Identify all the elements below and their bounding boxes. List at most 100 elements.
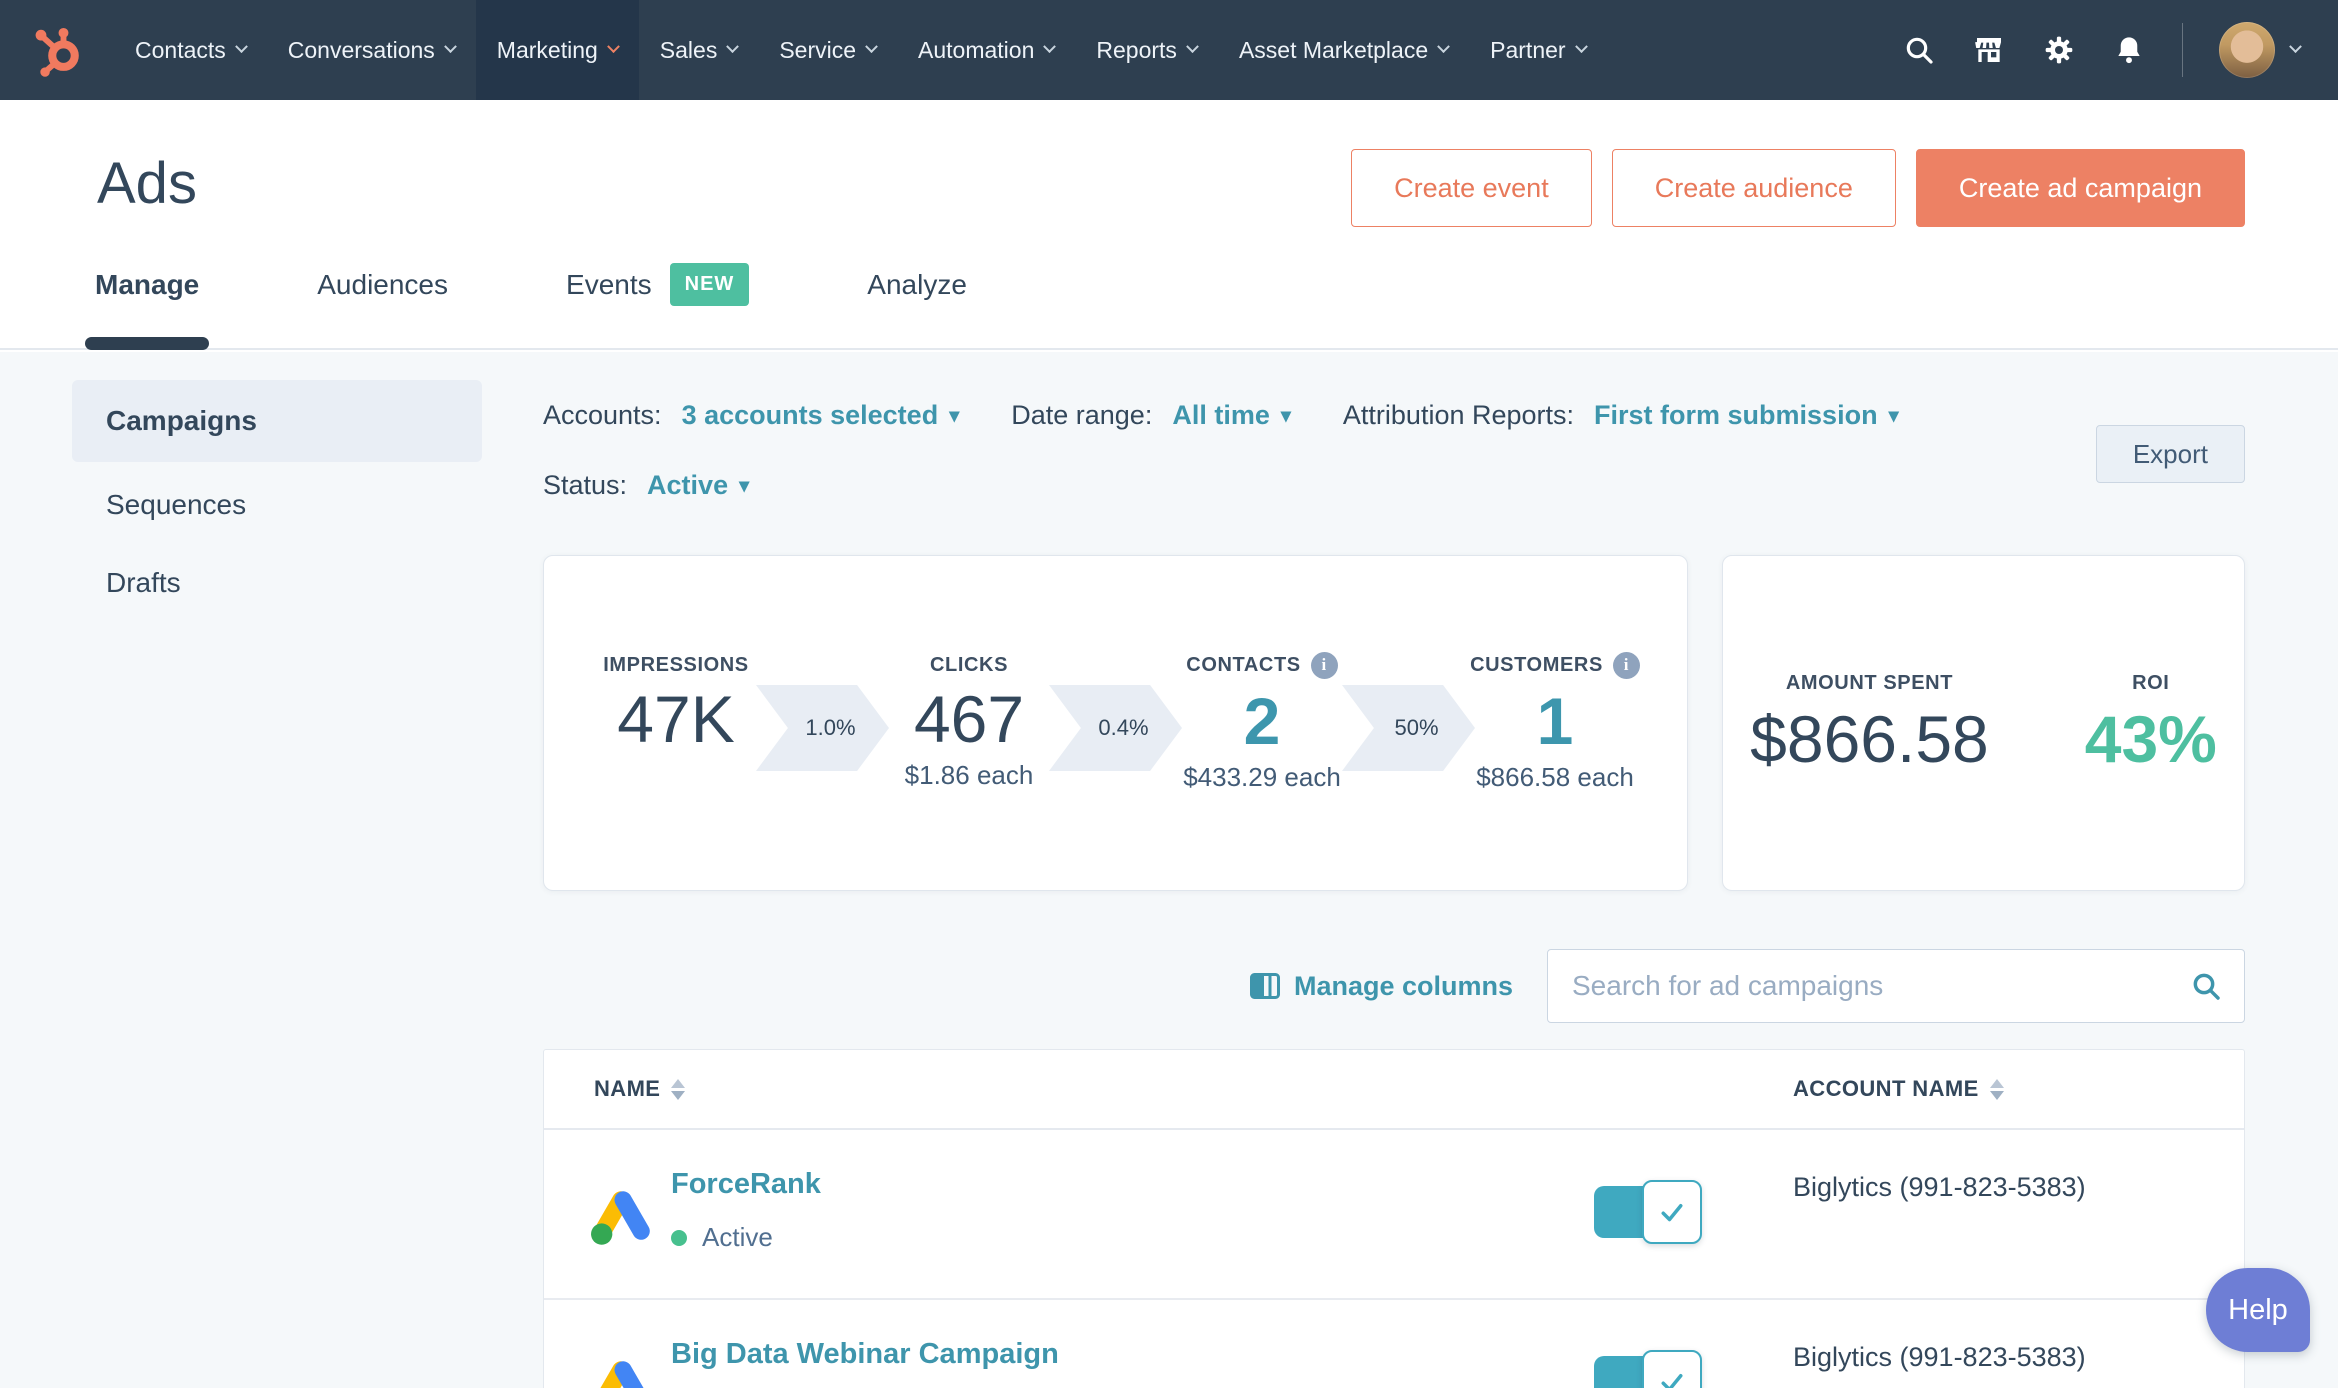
create-audience-button[interactable]: Create audience bbox=[1611, 149, 1896, 227]
accounts-filter-value: 3 accounts selected bbox=[681, 400, 939, 430]
campaign-status: Active bbox=[671, 1222, 773, 1253]
tab-label: Manage bbox=[95, 268, 200, 300]
roi-value: 43% bbox=[2084, 701, 2217, 776]
nav-item-label: Partner bbox=[1490, 36, 1566, 63]
campaigns-table: NAME ACCOUNT NAME ForceRank Active Bigly… bbox=[543, 1049, 2245, 1388]
nav-item-label: Marketing bbox=[496, 36, 598, 63]
campaign-toggle[interactable] bbox=[1594, 1350, 1702, 1388]
export-button[interactable]: Export bbox=[2095, 425, 2245, 483]
nav-item-service[interactable]: Service bbox=[758, 0, 897, 100]
nav-item-asset-marketplace[interactable]: Asset Marketplace bbox=[1218, 0, 1469, 100]
roi-metric: ROI 43% bbox=[2085, 672, 2217, 774]
help-button[interactable]: Help bbox=[2206, 1268, 2310, 1352]
chevron-down-icon bbox=[865, 39, 878, 53]
campaign-name-link[interactable]: Big Data Webinar Campaign bbox=[671, 1338, 1059, 1371]
nav-item-label: Service bbox=[779, 36, 857, 63]
tab-events[interactable]: Events NEW bbox=[566, 263, 750, 348]
nav-item-automation[interactable]: Automation bbox=[897, 0, 1075, 100]
settings-gear-icon[interactable] bbox=[2042, 33, 2076, 67]
nav-divider bbox=[2182, 23, 2183, 77]
manage-columns-button[interactable]: Manage columns bbox=[1249, 971, 1513, 1002]
header-actions: Create event Create audience Create ad c… bbox=[1351, 149, 2245, 227]
tab-audiences[interactable]: Audiences bbox=[317, 263, 448, 348]
chevron-down-icon bbox=[606, 39, 620, 53]
search-input[interactable] bbox=[1570, 969, 2190, 1003]
tab-analyze[interactable]: Analyze bbox=[867, 263, 967, 348]
toggle-knob bbox=[1642, 1350, 1702, 1388]
marketplace-icon[interactable] bbox=[1972, 33, 2006, 67]
date-range-filter-dropdown[interactable]: All time bbox=[1172, 400, 1291, 431]
sort-icon[interactable] bbox=[671, 1078, 686, 1100]
main-panel: Accounts: 3 accounts selected Date range… bbox=[543, 352, 2245, 1388]
chevron-down-icon bbox=[1043, 39, 1057, 53]
tab-manage[interactable]: Manage bbox=[84, 263, 210, 350]
chevron-down-icon bbox=[443, 39, 457, 53]
amount-spent-metric: AMOUNT SPENT $866.58 bbox=[1750, 672, 1989, 774]
user-avatar[interactable] bbox=[2219, 22, 2275, 78]
nav-item-sales[interactable]: Sales bbox=[639, 0, 759, 100]
info-icon[interactable]: i bbox=[1310, 651, 1338, 679]
metric-customers: CUSTOMERS i 1 $866.58 each bbox=[1449, 651, 1661, 794]
metric-impressions: IMPRESSIONS 47K bbox=[570, 654, 782, 792]
nav-item-conversations[interactable]: Conversations bbox=[267, 0, 476, 100]
column-header-name[interactable]: NAME bbox=[594, 1076, 686, 1102]
chevron-down-icon bbox=[726, 39, 740, 53]
metric-value: 47K bbox=[617, 681, 735, 756]
campaign-toggle[interactable] bbox=[1594, 1180, 1702, 1244]
accounts-filter-dropdown[interactable]: 3 accounts selected bbox=[682, 400, 960, 431]
status-label: Active bbox=[702, 1222, 773, 1252]
create-ad-campaign-button[interactable]: Create ad campaign bbox=[1915, 149, 2245, 227]
nav-item-contacts[interactable]: Contacts bbox=[114, 0, 267, 100]
attribution-filter-dropdown[interactable]: First form submission bbox=[1594, 400, 1899, 431]
metric-label: ROI bbox=[2132, 671, 2170, 694]
table-row: ForceRank Active Biglytics (991-823-5383… bbox=[544, 1130, 2244, 1300]
nav-item-partner[interactable]: Partner bbox=[1469, 0, 1606, 100]
google-ads-icon bbox=[591, 1191, 650, 1245]
campaign-name-link[interactable]: ForceRank bbox=[671, 1168, 821, 1201]
search-icon[interactable] bbox=[1902, 33, 1936, 67]
notifications-bell-icon[interactable] bbox=[2112, 33, 2146, 67]
sidebar: Campaigns Sequences Drafts bbox=[72, 380, 482, 626]
nav-item-label: Asset Marketplace bbox=[1238, 36, 1429, 63]
metric-cost: $433.29 each bbox=[1183, 762, 1341, 793]
toggle-knob bbox=[1642, 1180, 1702, 1244]
columns-icon bbox=[1249, 973, 1280, 999]
funnel: IMPRESSIONS 47K 1.0% CLICKS 467 $1.86 ea… bbox=[570, 651, 1661, 794]
check-icon bbox=[1661, 1204, 1683, 1222]
filter-row-2: Status: Active bbox=[543, 470, 801, 501]
amount-spent-value: $866.58 bbox=[1750, 701, 1989, 776]
tab-label: Events bbox=[566, 268, 652, 300]
top-navigation: Contacts Conversations Marketing Sales S… bbox=[0, 0, 2338, 100]
create-event-button[interactable]: Create event bbox=[1351, 149, 1592, 227]
status-dot-icon bbox=[671, 1229, 687, 1246]
nav-item-marketing[interactable]: Marketing bbox=[475, 0, 639, 100]
nav-item-label: Automation bbox=[918, 36, 1035, 63]
sidebar-item-sequences[interactable]: Sequences bbox=[72, 470, 482, 540]
new-badge: NEW bbox=[669, 263, 750, 306]
sidebar-item-campaigns[interactable]: Campaigns bbox=[72, 380, 482, 462]
content-area: Campaigns Sequences Drafts Accounts: 3 a… bbox=[0, 352, 2338, 1388]
info-icon[interactable]: i bbox=[1612, 651, 1640, 679]
metric-label: CONTACTS bbox=[1186, 653, 1301, 676]
column-header-label: NAME bbox=[594, 1076, 661, 1101]
nav-item-reports[interactable]: Reports bbox=[1075, 0, 1218, 100]
table-toolbar: Manage columns bbox=[543, 949, 2245, 1023]
page-title: Ads bbox=[97, 151, 197, 216]
chevron-down-icon bbox=[1574, 39, 1588, 53]
spend-roi-card: AMOUNT SPENT $866.58 ROI 43% bbox=[1722, 555, 2245, 891]
date-range-filter-label: Date range: bbox=[1011, 400, 1153, 430]
account-menu[interactable] bbox=[2219, 22, 2302, 78]
sidebar-item-drafts[interactable]: Drafts bbox=[72, 548, 482, 618]
sort-icon[interactable] bbox=[1989, 1078, 2004, 1100]
status-filter-dropdown[interactable]: Active bbox=[647, 470, 749, 501]
search-icon[interactable] bbox=[2190, 970, 2222, 1002]
accounts-filter-label: Accounts: bbox=[543, 400, 662, 430]
hubspot-logo-icon[interactable] bbox=[30, 21, 88, 79]
chevron-down-icon bbox=[1437, 39, 1451, 53]
metric-label: CUSTOMERS bbox=[1470, 653, 1603, 676]
table-row: Big Data Webinar Campaign Active Biglyti… bbox=[544, 1300, 2244, 1388]
column-header-account-name[interactable]: ACCOUNT NAME bbox=[1793, 1076, 2004, 1102]
nav-utilities bbox=[1902, 22, 2338, 78]
metric-label: IMPRESSIONS bbox=[603, 653, 749, 676]
metric-value: 467 bbox=[913, 681, 1025, 756]
